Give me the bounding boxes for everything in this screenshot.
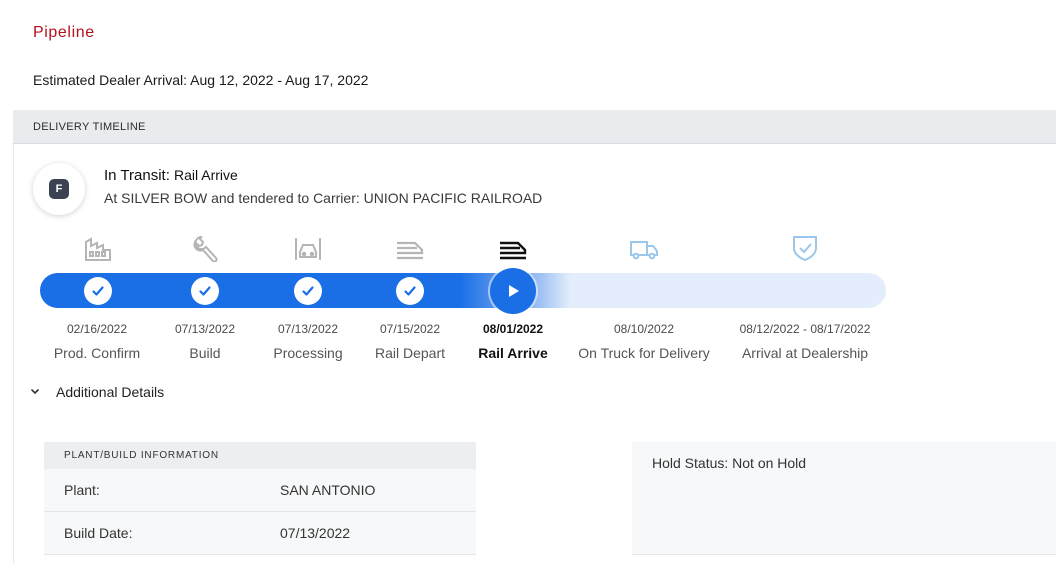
additional-details-toggle[interactable]: Additional Details — [28, 384, 164, 400]
stage-date: 08/10/2022 — [613, 322, 675, 336]
page-title: Pipeline — [33, 24, 95, 41]
stage-date: 07/13/2022 — [277, 322, 339, 336]
table-row: Plant: SAN ANTONIO — [44, 469, 476, 512]
stage-label: Processing — [273, 345, 343, 361]
plant-value: SAN ANTONIO — [280, 482, 376, 498]
vehicle-processing-icon — [293, 234, 323, 262]
status-stage: Rail Arrive — [174, 167, 238, 183]
stage-date: 08/12/2022 - 08/17/2022 — [739, 322, 871, 336]
stage-date: 07/13/2022 — [174, 322, 236, 336]
progress-track — [40, 273, 886, 308]
stage-label: Arrival at Dealership — [741, 345, 869, 361]
rail-car-icon-current — [498, 234, 528, 262]
stage-label: Rail Depart — [374, 345, 446, 361]
stage-date: 02/16/2022 — [66, 322, 128, 336]
stage-complete-check-icon — [84, 277, 112, 305]
rail-car-icon — [395, 234, 425, 262]
stage-label: On Truck for Delivery — [578, 345, 710, 361]
stage-date: 07/15/2022 — [379, 322, 441, 336]
factory-icon — [83, 234, 113, 262]
delivery-timeline-header: DELIVERY TIMELINE — [13, 110, 1056, 144]
plant-build-header: PLANT/BUILD INFORMATION — [44, 442, 476, 469]
additional-details-label: Additional Details — [56, 384, 165, 400]
status-title: In Transit: Rail Arrive — [104, 167, 238, 184]
shield-check-icon — [790, 234, 820, 262]
stage-label: Prod. Confirm — [53, 345, 141, 361]
stage-complete-check-icon — [191, 277, 219, 305]
plant-key: Plant: — [64, 482, 100, 498]
current-stage-play-icon — [490, 268, 536, 314]
stage-complete-check-icon — [294, 277, 322, 305]
status-description: At SILVER BOW and tendered to Carrier: U… — [104, 190, 543, 206]
truck-icon — [629, 234, 659, 262]
hold-status-panel: Hold Status: Not on Hold — [632, 442, 1056, 555]
estimated-dealer-arrival: Estimated Dealer Arrival: Aug 12, 2022 -… — [33, 72, 369, 88]
plant-build-panel: PLANT/BUILD INFORMATION Plant: SAN ANTON… — [44, 442, 476, 555]
build-date-key: Build Date: — [64, 525, 133, 541]
build-date-value: 07/13/2022 — [280, 525, 351, 541]
chevron-down-icon — [31, 389, 39, 395]
hold-status: Hold Status: Not on Hold — [652, 455, 807, 471]
status-prefix: In Transit: — [104, 167, 170, 184]
stage-label-current: Rail Arrive — [478, 345, 548, 361]
table-row: Build Date: 07/13/2022 — [44, 512, 476, 555]
wrench-icon — [190, 234, 220, 262]
stage-complete-check-icon — [396, 277, 424, 305]
stage-label: Build — [189, 345, 221, 361]
status-badge: F — [49, 179, 69, 199]
status-avatar: F — [33, 163, 85, 215]
stage-date-current: 08/01/2022 — [482, 322, 544, 336]
